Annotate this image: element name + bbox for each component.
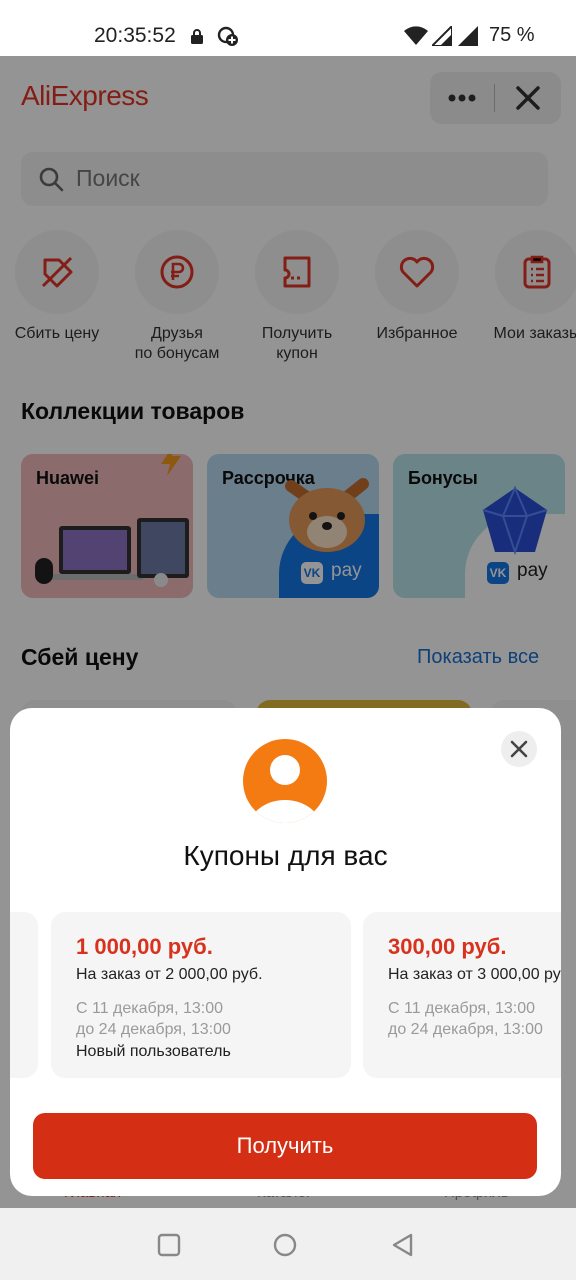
coupon-note: Новый пользователь <box>76 1043 231 1060</box>
signal-icon <box>458 26 478 46</box>
coupon-card-previous[interactable] <box>10 912 38 1078</box>
coupon-valid-to: до 24 декабря, 13:00 <box>76 1021 231 1038</box>
close-dialog-button[interactable] <box>501 731 537 767</box>
lock-icon <box>191 29 203 44</box>
system-navigation-bar <box>0 1208 576 1280</box>
coupon-valid-from: С 11 декабря, 13:00 <box>388 1000 536 1017</box>
recent-apps-icon[interactable] <box>156 1232 182 1258</box>
coupon-valid-from: С 11 декабря, 13:00 <box>76 1000 224 1017</box>
status-time: 20:35:52 <box>94 24 176 47</box>
coupon-card[interactable]: 300,00 руб. На заказ от 3 000,00 руб. С … <box>363 912 561 1078</box>
status-bar: 20:35:52 75 % <box>0 0 576 56</box>
get-coupon-button[interactable]: Получить <box>33 1113 537 1179</box>
home-icon[interactable] <box>272 1232 298 1258</box>
coupon-card[interactable]: 1 000,00 руб. На заказ от 2 000,00 руб. … <box>51 912 351 1078</box>
back-icon[interactable] <box>390 1232 416 1258</box>
coupon-dialog: Купоны для вас 1 000,00 руб. На заказ от… <box>10 708 561 1196</box>
battery-level: 75 % <box>489 24 535 46</box>
signal-icon <box>432 26 452 46</box>
coupon-valid-to: до 24 декабря, 13:00 <box>388 1021 543 1038</box>
vpn-key-icon <box>217 26 238 46</box>
user-avatar-icon <box>243 739 327 823</box>
coupon-amount: 1 000,00 руб. <box>76 934 213 959</box>
dialog-title: Купоны для вас <box>183 840 388 871</box>
close-icon <box>510 740 528 758</box>
coupon-condition: На заказ от 3 000,00 руб. <box>388 966 561 983</box>
wifi-icon <box>404 26 428 45</box>
coupon-amount: 300,00 руб. <box>388 934 507 959</box>
coupon-condition: На заказ от 2 000,00 руб. <box>76 966 263 983</box>
